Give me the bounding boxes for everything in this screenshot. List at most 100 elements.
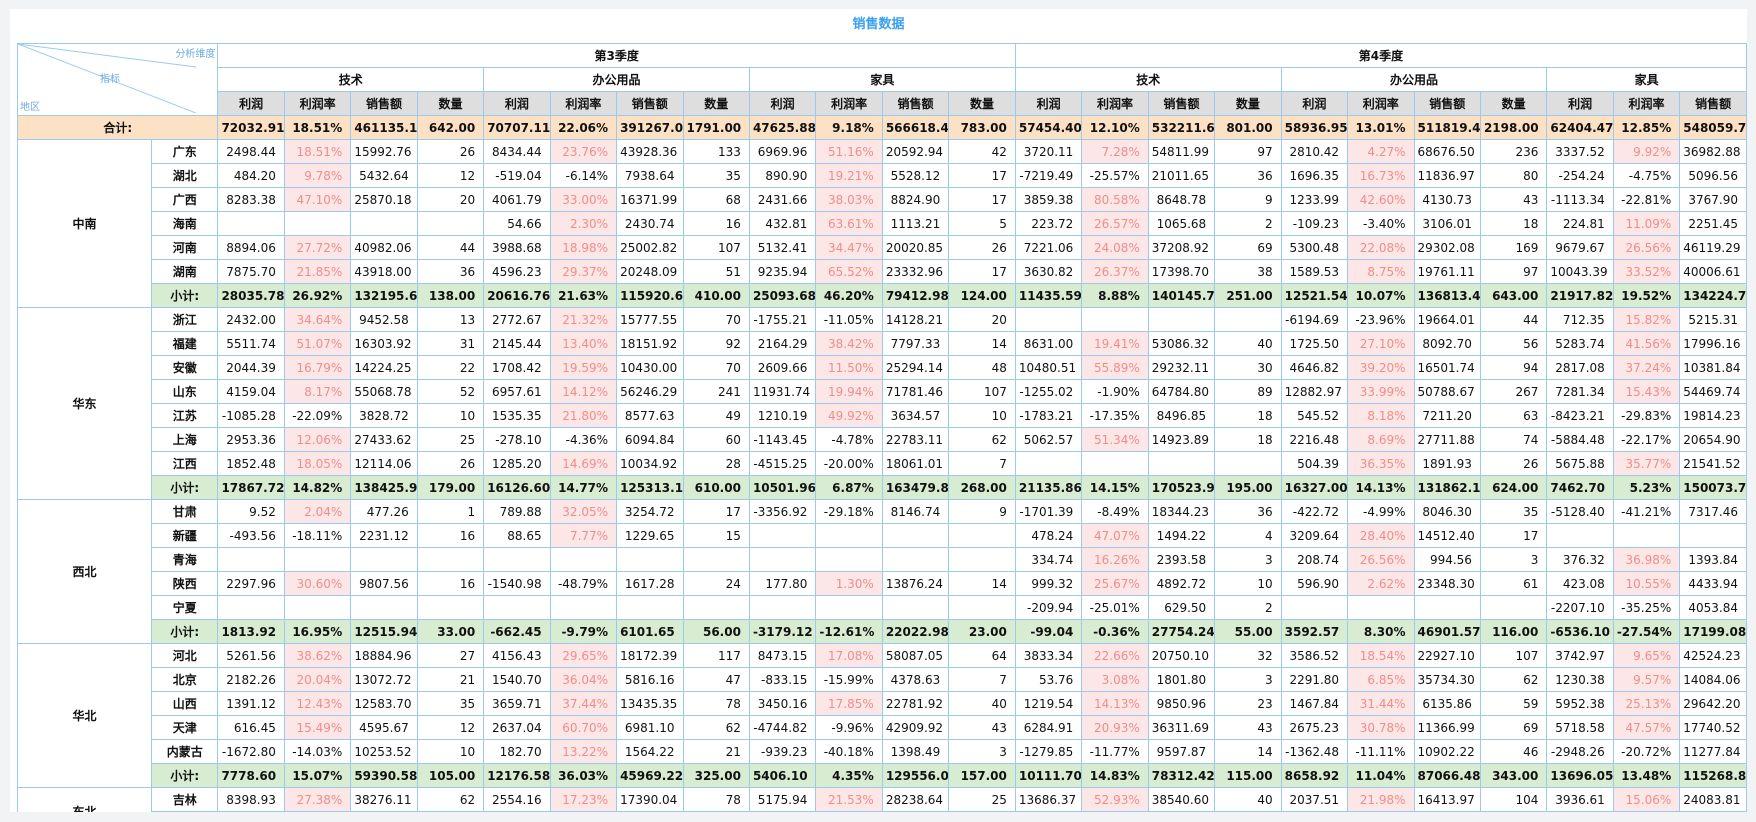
value-cell xyxy=(748,523,817,548)
value-cell: 12583.70 xyxy=(350,691,418,716)
metric-header[interactable]: 利润率 xyxy=(815,91,883,116)
metric-header[interactable]: 利润率 xyxy=(1081,91,1149,116)
value-cell: -1672.80 xyxy=(217,739,285,764)
value-cell: -8423.21 xyxy=(1546,403,1614,428)
metric-header[interactable]: 销售额 xyxy=(1679,91,1747,116)
value-cell: 31.44% xyxy=(1347,691,1415,716)
value-cell: 36.98% xyxy=(1612,547,1681,572)
province-cell: 海南 xyxy=(150,211,219,236)
metric-header[interactable]: 利润 xyxy=(217,91,285,116)
metric-header[interactable]: 数量 xyxy=(682,91,750,116)
metric-header[interactable]: 销售额 xyxy=(1413,91,1481,116)
value-cell: 68 xyxy=(682,187,750,212)
value-cell: 19761.11 xyxy=(1413,259,1481,284)
value-cell: -11.11% xyxy=(1347,739,1415,764)
value-cell: 2554.16 xyxy=(483,787,551,812)
value-cell: 1535.35 xyxy=(483,403,551,428)
value-cell xyxy=(1546,811,1614,812)
value-cell: -1.90% xyxy=(1081,379,1149,404)
value-cell: 13 xyxy=(416,307,485,332)
value-cell: 21135.86 xyxy=(1014,475,1083,500)
value-cell: 16501.74 xyxy=(1413,355,1481,380)
province-cell: 河北 xyxy=(150,643,219,668)
value-cell: 14923.89 xyxy=(1147,427,1216,452)
value-cell xyxy=(1081,307,1149,332)
value-cell: 4061.79 xyxy=(483,187,551,212)
value-cell: -4515.25 xyxy=(748,451,817,476)
subtotal-row: 小计: 7778.60 15.07% 59390.58 105.00 12176.58 36… xyxy=(18,763,1747,788)
value-cell: 18 xyxy=(1214,427,1282,452)
metric-header[interactable]: 利润 xyxy=(483,91,551,116)
value-cell: -1755.21 xyxy=(748,307,817,332)
value-cell: 1708.42 xyxy=(483,355,551,380)
value-cell: 1791.00 xyxy=(682,115,750,140)
metric-header[interactable]: 利润率 xyxy=(283,91,352,116)
value-cell xyxy=(948,547,1016,572)
value-cell: -12.61% xyxy=(815,619,883,644)
value-cell: 21.80% xyxy=(549,403,618,428)
metric-header[interactable]: 销售额 xyxy=(1147,91,1216,116)
metric-header[interactable]: 利润率 xyxy=(549,91,618,116)
quarter-header-q4: 第4季度 xyxy=(1014,43,1747,68)
value-cell: 170523.98 xyxy=(1147,475,1216,500)
metric-header[interactable]: 销售额 xyxy=(881,91,950,116)
value-cell: 37.24% xyxy=(1612,355,1681,380)
value-cell: 1285.20 xyxy=(483,451,551,476)
value-cell: 59390.58 xyxy=(350,763,418,788)
value-cell xyxy=(616,811,684,812)
value-cell: 36 xyxy=(1214,163,1282,188)
metric-header[interactable]: 利润 xyxy=(1280,91,1349,116)
value-cell: 14.77% xyxy=(549,475,618,500)
category-header: 办公用品 xyxy=(1280,67,1548,92)
value-cell: 195.00 xyxy=(1214,475,1282,500)
value-cell: 42909.92 xyxy=(881,715,950,740)
value-cell: 26.56% xyxy=(1612,235,1681,260)
metric-header[interactable]: 利润率 xyxy=(1612,91,1681,116)
metric-header[interactable]: 数量 xyxy=(416,91,485,116)
table-row: 海南 54.66 2.30% 2430.74 16 432.81 63.61% 1113.21… xyxy=(18,211,1747,236)
value-cell: 4433.94 xyxy=(1679,571,1747,596)
metric-header[interactable]: 利润 xyxy=(1014,91,1083,116)
value-cell: 13.01% xyxy=(1347,115,1415,140)
metric-header[interactable]: 销售额 xyxy=(616,91,684,116)
metric-header[interactable]: 数量 xyxy=(1214,91,1282,116)
table-row: 青海 334.74 16.26% 2393.58 3 208.74 26.56% 994.56… xyxy=(18,547,1747,572)
metric-header[interactable]: 利润 xyxy=(1546,91,1614,116)
value-cell: 38276.11 xyxy=(350,787,418,812)
value-cell: -209.94 xyxy=(1014,595,1083,620)
value-cell: -4.78% xyxy=(815,427,883,452)
value-cell: 801.00 xyxy=(1214,115,1282,140)
value-cell: 138425.92 xyxy=(350,475,418,500)
value-cell: 2430.74 xyxy=(616,211,684,236)
metric-header[interactable]: 利润率 xyxy=(1347,91,1415,116)
table-scroll-area[interactable]: 分析维度 指标 地区 第3季度 第4季度 技术 办公用品 家具 技术 办公用品 家具 利润… xyxy=(17,43,1747,812)
value-cell: 10111.70 xyxy=(1014,763,1083,788)
value-cell: -2207.10 xyxy=(1546,595,1614,620)
category-header: 技术 xyxy=(1014,67,1282,92)
value-cell: 13876.24 xyxy=(881,571,950,596)
value-cell: 131862.14 xyxy=(1413,475,1481,500)
value-cell: 72032.91 xyxy=(217,115,285,140)
value-cell: 54.66 xyxy=(483,211,551,236)
metric-header[interactable]: 数量 xyxy=(948,91,1016,116)
value-cell: 596.90 xyxy=(1280,571,1349,596)
value-cell xyxy=(682,547,750,572)
value-cell: 56.00 xyxy=(682,619,750,644)
metric-header[interactable]: 利润 xyxy=(748,91,817,116)
value-cell: 14.69% xyxy=(549,451,618,476)
value-cell: 1813.92 xyxy=(217,619,285,644)
quarter-header-q3: 第3季度 xyxy=(217,43,1016,68)
value-cell: 29.37% xyxy=(549,259,618,284)
metric-header[interactable]: 销售额 xyxy=(350,91,418,116)
value-cell: -99.04 xyxy=(1014,619,1083,644)
table-row: 安徽 2044.39 16.79% 14224.25 22 1708.42 19.59% 10… xyxy=(18,355,1747,380)
value-cell: 14 xyxy=(948,571,1016,596)
value-cell: -25.57% xyxy=(1081,163,1149,188)
value-cell: 74 xyxy=(1479,427,1548,452)
province-cell: 吉林 xyxy=(150,787,219,812)
sales-pivot-table: 分析维度 指标 地区 第3季度 第4季度 技术 办公用品 家具 技术 办公用品 家具 利润… xyxy=(17,43,1747,812)
value-cell xyxy=(948,595,1016,620)
category-header: 技术 xyxy=(217,67,485,92)
value-cell: 55068.78 xyxy=(350,379,418,404)
metric-header[interactable]: 数量 xyxy=(1479,91,1548,116)
